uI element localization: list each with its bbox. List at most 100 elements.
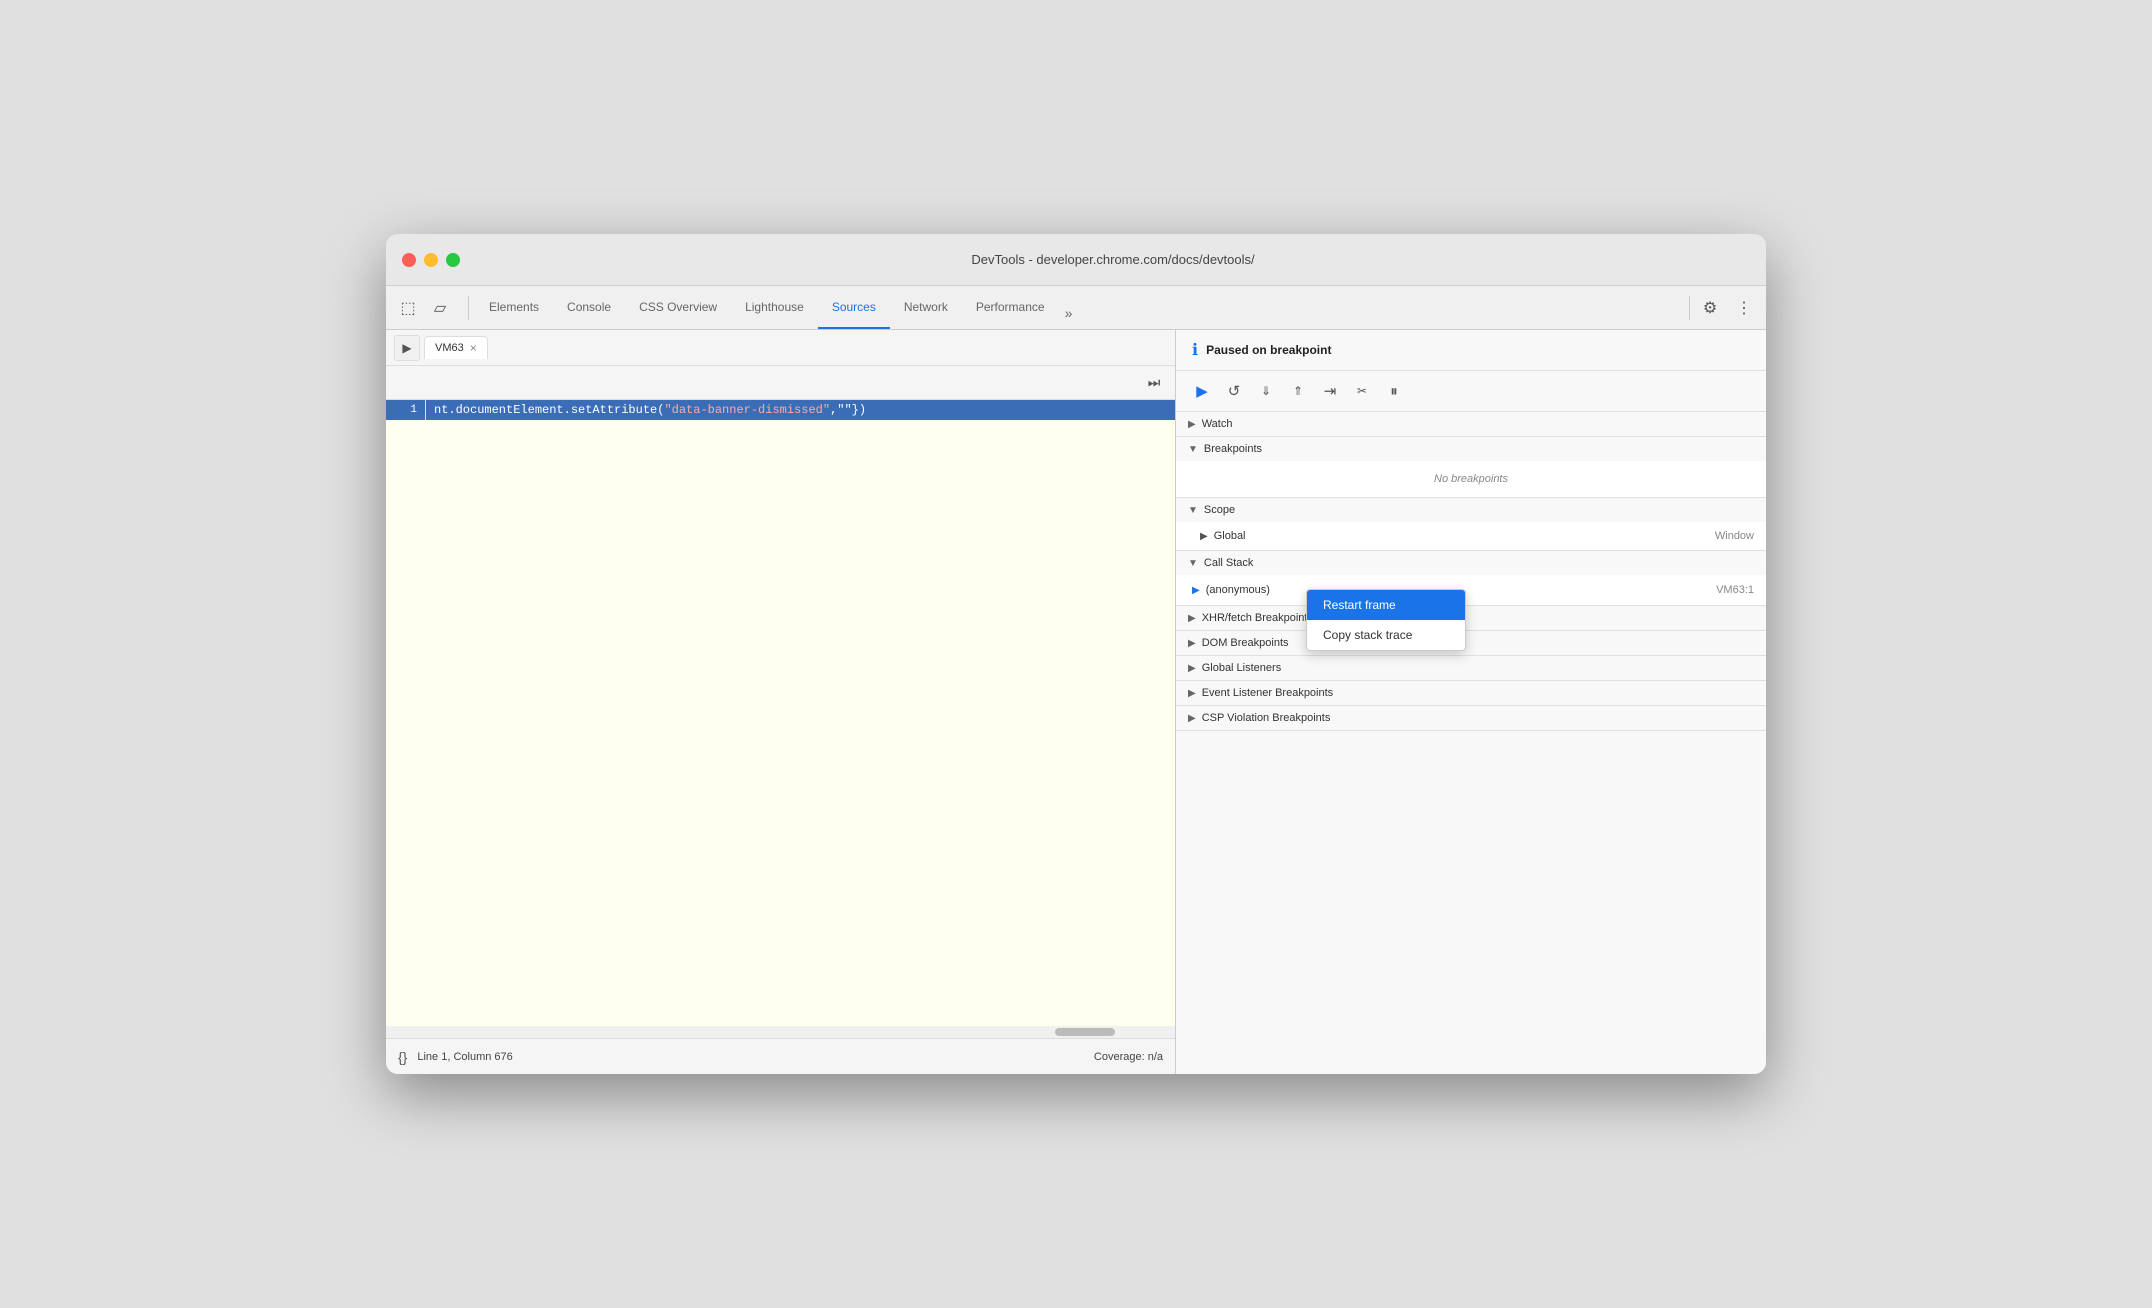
step-over-button[interactable]: ↺ bbox=[1220, 377, 1248, 405]
devtools-main: ▶ VM63 × ⏭ 1 nt.documentElement.setAtt bbox=[386, 330, 1766, 1074]
code-editor[interactable]: 1 nt.documentElement.setAttribute("data-… bbox=[386, 400, 1175, 1026]
tab-css-overview[interactable]: CSS Overview bbox=[625, 286, 731, 329]
step-out-button[interactable]: ⇑ bbox=[1284, 377, 1312, 405]
csp-violation-breakpoints-section: ▶ CSP Violation Breakpoints bbox=[1176, 706, 1766, 731]
call-stack-section-label: Call Stack bbox=[1204, 557, 1254, 569]
scope-section: ▼ Scope ▶ Global Window bbox=[1176, 498, 1766, 551]
debugger-panel: ℹ Paused on breakpoint ▶ ↺ ⇓ ⇑ ⇥ ✂ ⏸ ▶ bbox=[1176, 330, 1766, 1074]
tab-console[interactable]: Console bbox=[553, 286, 625, 329]
sources-toolbar: ⏭ bbox=[386, 366, 1175, 400]
scope-arrow-icon: ▼ bbox=[1188, 505, 1198, 516]
device-toolbar-icon[interactable]: ▱ bbox=[426, 294, 454, 322]
info-icon: ℹ bbox=[1192, 340, 1198, 360]
tab-lighthouse[interactable]: Lighthouse bbox=[731, 286, 818, 329]
step-button[interactable]: ⇥ bbox=[1316, 377, 1344, 405]
cursor-position: Line 1, Column 676 bbox=[417, 1051, 1094, 1063]
tab-sources[interactable]: Sources bbox=[818, 286, 890, 329]
global-scope-arrow-icon: ▶ bbox=[1200, 531, 1208, 542]
vm63-tab-label: VM63 bbox=[435, 342, 464, 354]
csp-arrow-icon: ▶ bbox=[1188, 713, 1196, 724]
xhr-breakpoints-header[interactable]: ▶ XHR/fetch Breakpoints bbox=[1176, 606, 1766, 630]
scrollbar-thumb[interactable] bbox=[1055, 1028, 1115, 1036]
call-stack-section: ▼ Call Stack ▶ (anonymous) VM63:1 bbox=[1176, 551, 1766, 606]
code-line-1: 1 nt.documentElement.setAttribute("data-… bbox=[386, 400, 1175, 420]
inspect-element-icon[interactable]: ⬚ bbox=[394, 294, 422, 322]
line-number-1: 1 bbox=[386, 400, 426, 420]
global-listeners-section: ▶ Global Listeners bbox=[1176, 656, 1766, 681]
toolbar-separator-1 bbox=[468, 296, 469, 320]
dom-breakpoints-label: DOM Breakpoints bbox=[1202, 637, 1289, 649]
pause-on-exception-button[interactable]: ⏸ bbox=[1380, 377, 1408, 405]
global-listeners-label: Global Listeners bbox=[1202, 662, 1282, 674]
watch-arrow-icon: ▶ bbox=[1188, 419, 1196, 430]
settings-icon[interactable]: ⚙ bbox=[1696, 294, 1724, 322]
window-title: DevTools - developer.chrome.com/docs/dev… bbox=[476, 252, 1750, 267]
global-listeners-header[interactable]: ▶ Global Listeners bbox=[1176, 656, 1766, 680]
horizontal-scrollbar[interactable] bbox=[386, 1026, 1175, 1038]
dom-arrow-icon: ▶ bbox=[1188, 638, 1196, 649]
devtools-body: ⬚ ▱ Elements Console CSS Overview Lighth… bbox=[386, 286, 1766, 1074]
no-breakpoints-text: No breakpoints bbox=[1176, 465, 1766, 493]
context-menu: Restart frame Copy stack trace bbox=[1306, 589, 1466, 651]
global-scope-value: Window bbox=[1715, 530, 1754, 542]
scope-section-header[interactable]: ▼ Scope bbox=[1176, 498, 1766, 522]
call-stack-anonymous-item[interactable]: ▶ (anonymous) VM63:1 bbox=[1176, 579, 1766, 601]
pretty-print-icon[interactable]: {} bbox=[398, 1049, 407, 1065]
search-code-icon[interactable]: ⏭ bbox=[1141, 370, 1167, 396]
event-listener-breakpoints-section: ▶ Event Listener Breakpoints bbox=[1176, 681, 1766, 706]
call-stack-arrow-icon: ▼ bbox=[1188, 558, 1198, 569]
deactivate-breakpoints-button[interactable]: ✂ bbox=[1348, 377, 1376, 405]
sources-panel: ▶ VM63 × ⏭ 1 nt.documentElement.setAtt bbox=[386, 330, 1176, 1074]
copy-stack-trace-menu-item[interactable]: Copy stack trace bbox=[1307, 620, 1465, 650]
play-source-icon[interactable]: ▶ bbox=[394, 335, 420, 361]
tab-bar: Elements Console CSS Overview Lighthouse… bbox=[475, 286, 1683, 329]
breakpoints-section: ▼ Breakpoints No breakpoints bbox=[1176, 437, 1766, 498]
more-options-icon[interactable]: ⋮ bbox=[1730, 294, 1758, 322]
sources-tab-bar: ▶ VM63 × bbox=[386, 330, 1175, 366]
xhr-arrow-icon: ▶ bbox=[1188, 613, 1196, 624]
toolbar-icons-group: ⬚ ▱ bbox=[394, 294, 454, 322]
close-button[interactable] bbox=[402, 253, 416, 267]
event-listener-breakpoints-header[interactable]: ▶ Event Listener Breakpoints bbox=[1176, 681, 1766, 705]
scope-content: ▶ Global Window bbox=[1176, 522, 1766, 550]
call-stack-section-header[interactable]: ▼ Call Stack bbox=[1176, 551, 1766, 575]
resume-button[interactable]: ▶ bbox=[1188, 377, 1216, 405]
vm63-close-icon[interactable]: × bbox=[470, 341, 477, 355]
xhr-breakpoints-label: XHR/fetch Breakpoints bbox=[1202, 612, 1313, 624]
restart-frame-menu-item[interactable]: Restart frame bbox=[1307, 590, 1465, 620]
toolbar-right: ⚙ ⋮ bbox=[1696, 294, 1758, 322]
xhr-breakpoints-section: ▶ XHR/fetch Breakpoints bbox=[1176, 606, 1766, 631]
csp-violation-breakpoints-label: CSP Violation Breakpoints bbox=[1202, 712, 1331, 724]
breakpoints-section-header[interactable]: ▼ Breakpoints bbox=[1176, 437, 1766, 461]
maximize-button[interactable] bbox=[446, 253, 460, 267]
watch-section-header[interactable]: ▶ Watch bbox=[1176, 412, 1766, 436]
csp-violation-breakpoints-header[interactable]: ▶ CSP Violation Breakpoints bbox=[1176, 706, 1766, 730]
coverage-status: Coverage: n/a bbox=[1094, 1051, 1163, 1063]
call-stack-anonymous-label: (anonymous) bbox=[1206, 584, 1270, 596]
minimize-button[interactable] bbox=[424, 253, 438, 267]
global-listeners-arrow-icon: ▶ bbox=[1188, 663, 1196, 674]
global-scope-item[interactable]: ▶ Global Window bbox=[1176, 526, 1766, 546]
step-into-button[interactable]: ⇓ bbox=[1252, 377, 1280, 405]
vm63-tab[interactable]: VM63 × bbox=[424, 336, 488, 359]
tab-elements[interactable]: Elements bbox=[475, 286, 553, 329]
traffic-lights bbox=[402, 253, 460, 267]
paused-label: Paused on breakpoint bbox=[1206, 343, 1331, 357]
call-stack-item-wrap: ▶ (anonymous) VM63:1 Restart frame Copy … bbox=[1176, 579, 1766, 601]
global-scope-label: Global bbox=[1214, 530, 1246, 542]
tab-performance[interactable]: Performance bbox=[962, 286, 1059, 329]
event-listener-arrow-icon: ▶ bbox=[1188, 688, 1196, 699]
sources-status-bar: {} Line 1, Column 676 Coverage: n/a bbox=[386, 1038, 1175, 1074]
breakpoints-arrow-icon: ▼ bbox=[1188, 444, 1198, 455]
breakpoints-section-label: Breakpoints bbox=[1204, 443, 1262, 455]
event-listener-breakpoints-label: Event Listener Breakpoints bbox=[1202, 687, 1333, 699]
devtools-window: DevTools - developer.chrome.com/docs/dev… bbox=[386, 234, 1766, 1074]
debug-controls: ▶ ↺ ⇓ ⇑ ⇥ ✂ ⏸ bbox=[1176, 371, 1766, 412]
tab-network[interactable]: Network bbox=[890, 286, 962, 329]
dom-breakpoints-header[interactable]: ▶ DOM Breakpoints bbox=[1176, 631, 1766, 655]
main-toolbar: ⬚ ▱ Elements Console CSS Overview Lighth… bbox=[386, 286, 1766, 330]
title-bar: DevTools - developer.chrome.com/docs/dev… bbox=[386, 234, 1766, 286]
tab-overflow[interactable]: » bbox=[1059, 297, 1079, 329]
call-stack-content: ▶ (anonymous) VM63:1 Restart frame Copy … bbox=[1176, 575, 1766, 605]
line-content-1: nt.documentElement.setAttribute("data-ba… bbox=[426, 400, 1175, 420]
